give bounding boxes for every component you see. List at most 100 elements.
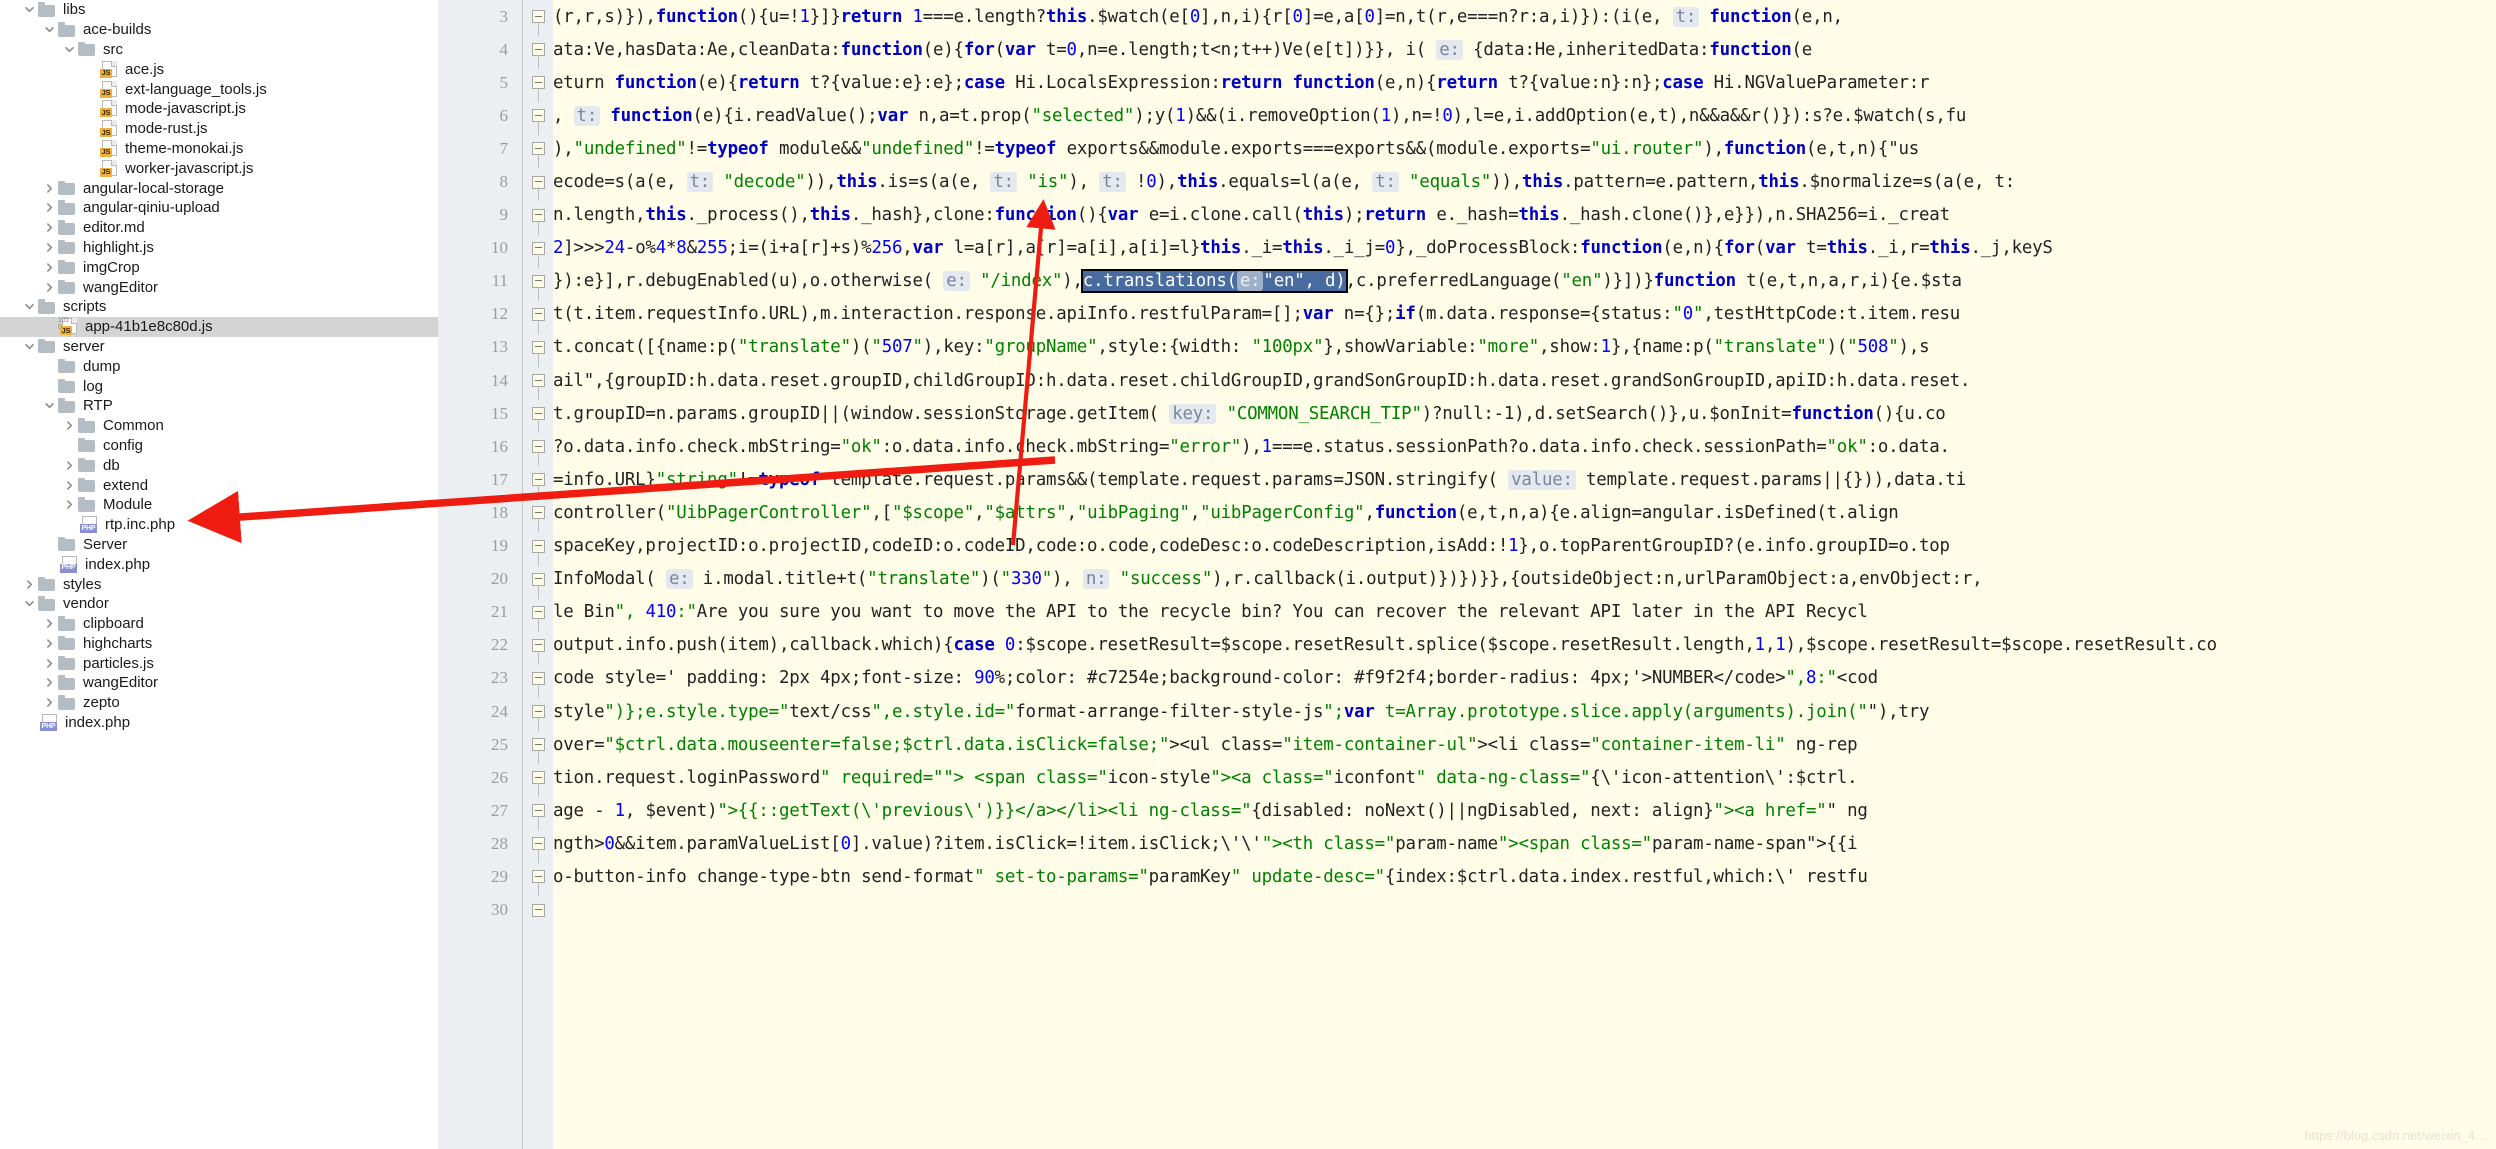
tree-item-module[interactable]: Module <box>0 495 438 515</box>
code-line[interactable]: 26 tion.request.loginPassword" required="… <box>438 761 2496 798</box>
code-line[interactable]: 10 2]>>>24-o%4*8&255;i=(i+a[r]+s)%256,var… <box>438 232 2496 268</box>
code-text[interactable]: InfoModal( e: i.modal.title+t("translate… <box>553 569 1983 590</box>
chevron-down-icon[interactable] <box>40 21 58 39</box>
code-text[interactable]: ata:Ve,hasData:Ae,cleanData:function(e){… <box>553 39 1812 60</box>
tree-item-editor-md[interactable]: editor.md <box>0 218 438 238</box>
code-line[interactable]: 16 ?o.data.info.check.mbString="ok":o.dat… <box>438 430 2496 467</box>
tree-item-clipboard[interactable]: clipboard <box>0 614 438 634</box>
chevron-right-icon[interactable] <box>40 634 58 652</box>
code-line[interactable]: 18 controller("UibPagerController",["$sco… <box>438 496 2496 533</box>
fold-marker[interactable] <box>531 794 546 831</box>
tree-item-particles-js[interactable]: particles.js <box>0 653 438 673</box>
code-line[interactable]: 4 ata:Ve,hasData:Ae,cleanData:function(e)… <box>438 33 2496 70</box>
chevron-right-icon[interactable] <box>40 278 58 296</box>
tree-item-extend[interactable]: extend <box>0 475 438 495</box>
fold-marker[interactable] <box>531 629 546 665</box>
tree-item-zepto[interactable]: zepto <box>0 693 438 713</box>
chevron-right-icon[interactable] <box>60 417 78 435</box>
code-selection[interactable]: c.translations(e: "en", d) <box>1080 269 1348 294</box>
code-line[interactable]: 3 (r,r,s)}),function(){u=!1}]}return 1===… <box>438 0 2496 36</box>
tree-item-wangeditor[interactable]: wangEditor <box>0 277 438 297</box>
code-text[interactable]: ail",{groupID:h.data.reset.groupID,child… <box>553 371 1970 391</box>
fold-marker[interactable] <box>531 265 546 301</box>
code-text[interactable]: tion.request.loginPassword" required="">… <box>553 768 1858 788</box>
fold-marker[interactable] <box>531 662 546 698</box>
code-text[interactable]: ),"undefined"!=typeof module&&"undefined… <box>553 139 1919 159</box>
code-text[interactable]: eturn function(e){return t?{value:e}:e};… <box>553 73 1930 93</box>
tree-item-highlight-js[interactable]: highlight.js <box>0 238 438 258</box>
code-text[interactable]: controller("UibPagerController",["$scope… <box>553 503 1899 523</box>
tree-item-highcharts[interactable]: highcharts <box>0 634 438 654</box>
fold-marker[interactable] <box>531 165 546 202</box>
chevron-down-icon[interactable] <box>60 40 78 58</box>
fold-marker[interactable] <box>531 463 546 500</box>
chevron-right-icon[interactable] <box>40 219 58 237</box>
tree-item-vendor[interactable]: vendor <box>0 594 438 614</box>
code-line[interactable]: 12 t(t.item.requestInfo.URL),m.interactio… <box>438 298 2496 334</box>
file-tree-panel[interactable]: libs ace-builds src JS ace.js JS ext-language_… <box>0 0 438 1149</box>
tree-item-app-41b1e8c80d-js[interactable]: JS 101 0 app-41b1e8c80d.js <box>0 316 438 337</box>
code-text[interactable]: (r,r,s)}),function(){u=!1}]}return 1===e… <box>553 6 1843 27</box>
tree-item-index-php[interactable]: PHP index.php <box>0 713 438 733</box>
tree-item-mode-rust-js[interactable]: JS mode-rust.js <box>0 119 438 139</box>
code-line[interactable]: 19 spaceKey,projectID:o.projectID,codeID:… <box>438 530 2496 566</box>
chevron-down-icon[interactable] <box>40 397 58 415</box>
code-line[interactable]: 13 t.concat([{name:p("translate")("507"),… <box>438 331 2496 367</box>
tree-item-imgcrop[interactable]: imgCrop <box>0 257 438 277</box>
fold-marker[interactable] <box>531 232 546 268</box>
tree-item-rtp[interactable]: RTP <box>0 396 438 416</box>
chevron-right-icon[interactable] <box>40 179 58 197</box>
fold-marker[interactable] <box>531 860 546 897</box>
code-line[interactable]: 5 eturn function(e){return t?{value:e}:e}… <box>438 66 2496 103</box>
tree-item-common[interactable]: Common <box>0 416 438 436</box>
fold-marker[interactable] <box>531 199 546 235</box>
chevron-down-icon[interactable] <box>20 1 38 19</box>
fold-marker[interactable] <box>531 66 546 103</box>
fold-marker[interactable] <box>531 430 546 467</box>
fold-marker[interactable] <box>531 99 546 136</box>
tree-item-ext-language-tools-js[interactable]: JS ext-language_tools.js <box>0 79 438 99</box>
fold-marker[interactable] <box>531 298 546 334</box>
tree-item-angular-local-storage[interactable]: angular-local-storage <box>0 178 438 198</box>
tree-item-theme-monokai-js[interactable]: JS theme-monokai.js <box>0 139 438 159</box>
code-text[interactable]: t.concat([{name:p("translate")("507"),ke… <box>553 337 1930 357</box>
chevron-right-icon[interactable] <box>40 258 58 276</box>
tree-item-wangeditor[interactable]: wangEditor <box>0 673 438 693</box>
chevron-right-icon[interactable] <box>60 476 78 494</box>
tree-item-rtp-inc-php[interactable]: PHP rtp.inc.php <box>0 515 438 535</box>
code-line[interactable]: 20 InfoModal( e: i.modal.title+t("transla… <box>438 563 2496 599</box>
code-line[interactable]: 27 age - 1, $event)">{{::getText(\'previo… <box>438 794 2496 831</box>
fold-marker[interactable] <box>531 397 546 434</box>
code-text[interactable]: style")};e.style.type="text/css",e.style… <box>553 702 1929 722</box>
fold-marker[interactable] <box>531 761 546 798</box>
code-text[interactable]: code style=' padding: 2px 4px;font-size:… <box>553 668 1878 688</box>
code-line[interactable]: 17 =info.URL}"string"!=typeof template.re… <box>438 463 2496 500</box>
code-line[interactable]: 22 output.info.push(item),callback.which)… <box>438 629 2496 665</box>
chevron-right-icon[interactable] <box>60 496 78 514</box>
code-text[interactable]: ecode=s(a(e, t: "decode")),this.is=s(a(e… <box>553 172 2015 193</box>
tree-item-index-php[interactable]: PHP index.php <box>0 554 438 574</box>
chevron-right-icon[interactable] <box>60 456 78 474</box>
code-text[interactable]: o-button-info change-type-btn send-forma… <box>553 867 1868 887</box>
tree-item-scripts[interactable]: scripts <box>0 297 438 317</box>
code-text[interactable]: age - 1, $event)">{{::getText(\'previous… <box>553 801 1868 821</box>
code-editor-panel[interactable]: 3 (r,r,s)}),function(){u=!1}]}return 1===… <box>438 0 2496 1149</box>
tree-item-server[interactable]: server <box>0 337 438 357</box>
chevron-down-icon[interactable] <box>20 337 38 355</box>
fold-marker[interactable] <box>531 728 546 765</box>
tree-item-libs[interactable]: libs <box>0 0 438 20</box>
fold-marker[interactable] <box>531 496 546 533</box>
code-line[interactable]: 6 , t: function(e){i.readValue();var n,a=… <box>438 99 2496 136</box>
tree-item-worker-javascript-js[interactable]: JS worker-javascript.js <box>0 158 438 178</box>
tree-item-src[interactable]: src <box>0 40 438 60</box>
code-line[interactable]: 9 n.length,this._process(),this._hash},cl… <box>438 199 2496 235</box>
chevron-right-icon[interactable] <box>40 615 58 633</box>
code-lines[interactable]: 3 (r,r,s)}),function(){u=!1}]}return 1===… <box>438 0 2496 927</box>
chevron-right-icon[interactable] <box>40 674 58 692</box>
fold-marker[interactable] <box>531 695 546 731</box>
code-line[interactable]: 21 le Bin", 410:"Are you sure you want to… <box>438 596 2496 632</box>
chevron-right-icon[interactable] <box>40 694 58 712</box>
chevron-right-icon[interactable] <box>40 199 58 217</box>
tree-item-styles[interactable]: styles <box>0 574 438 594</box>
fold-marker[interactable] <box>531 33 546 70</box>
